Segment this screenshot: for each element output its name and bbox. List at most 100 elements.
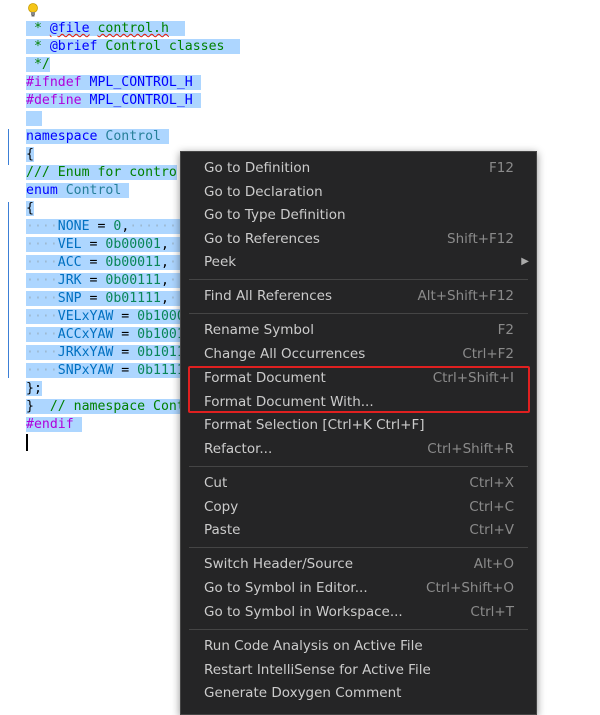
code-line-16: ····JRK = 0b00111,··: [26, 273, 185, 288]
code-line-1: *: [26, 2, 88, 36]
enum-member: JRKxYAW: [57, 345, 114, 360]
number-literal: 0b1111: [137, 363, 185, 378]
menu-item-go-to-symbol-in-workspace[interactable]: Go to Symbol in Workspace... Ctrl+T: [181, 601, 536, 623]
preprocessor-keyword: #ifndef: [26, 75, 82, 90]
enum-member: VEL: [57, 237, 82, 252]
code-line-21: ····SNPxYAW = 0b1111: [26, 363, 185, 378]
enum-name: Control: [57, 183, 122, 198]
menu-separator: [189, 629, 528, 630]
menu-item-label: Find All References: [204, 288, 332, 304]
number-literal: 0b01111: [105, 291, 161, 306]
menu-item-go-to-type-definition[interactable]: Go to Type Definition: [181, 204, 536, 226]
doc-tag: @brief: [49, 39, 98, 54]
code-line-18: ····VELxYAW = 0b1000: [26, 309, 185, 324]
menu-item-label: Rename Symbol: [204, 322, 314, 338]
menu-item-shortcut: F12: [489, 160, 514, 176]
menu-item-label: Go to Type Definition: [204, 207, 346, 223]
code-line-4: */: [26, 56, 50, 74]
menu-item-label: Go to References: [204, 231, 320, 247]
code-line-24: #endif: [26, 416, 82, 434]
menu-item-copy[interactable]: Copy Ctrl+C: [181, 496, 536, 518]
preprocessor-keyword: #endif: [26, 417, 74, 432]
brace: {: [26, 201, 34, 216]
code-line-10: /// Enum for contro: [26, 164, 177, 182]
menu-item-shortcut: Alt+Shift+F12: [417, 288, 514, 304]
comment-text: // namespace Cont: [33, 399, 185, 414]
code-line-11: enum Control: [26, 182, 130, 200]
menu-item-label: Refactor...: [204, 441, 273, 457]
code-line-17: ····SNP = 0b01111,··: [26, 291, 185, 306]
comment-text: Control classes: [97, 39, 225, 54]
namespace-name: Control: [97, 129, 161, 144]
menu-item-label: Peek: [204, 254, 237, 270]
menu-item-shortcut: Alt+O: [473, 556, 514, 572]
menu-item-run-code-analysis[interactable]: Run Code Analysis on Active File: [181, 635, 536, 657]
code-line-22: };: [26, 380, 42, 398]
menu-item-label: Change All Occurrences: [204, 346, 366, 362]
menu-item-shortcut: F2: [497, 322, 514, 338]
menu-item-rename-symbol[interactable]: Rename Symbol F2: [181, 319, 536, 341]
enum-member: SNPxYAW: [57, 363, 114, 378]
menu-item-label: Copy: [204, 499, 239, 515]
context-menu: Go to Definition F12 Go to Declaration Go…: [180, 151, 537, 715]
code-line-15: ····ACC = 0b00011,··: [26, 255, 185, 270]
enum-member: ACC: [57, 255, 82, 270]
menu-item-shortcut: Ctrl+X: [469, 475, 514, 491]
menu-item-shortcut: Ctrl+Shift+R: [427, 441, 514, 457]
code-line-12: {: [26, 200, 34, 218]
macro-name: MPL_CONTROL_H: [81, 75, 193, 90]
comment-text: *: [26, 21, 50, 36]
menu-item-format-selection[interactable]: Format Selection [Ctrl+K Ctrl+F]: [181, 414, 536, 436]
menu-item-find-all-references[interactable]: Find All References Alt+Shift+F12: [181, 285, 536, 307]
code-line-13: ····NONE = 0,········: [26, 219, 193, 234]
menu-item-label: Run Code Analysis on Active File: [204, 638, 423, 654]
code-line-9: {: [26, 146, 34, 164]
menu-item-refactor[interactable]: Refactor... Ctrl+Shift+R: [181, 438, 536, 460]
enum-member: VELxYAW: [57, 309, 114, 324]
code-line-7: [26, 110, 42, 128]
brace: {: [26, 147, 34, 162]
menu-item-shortcut: Ctrl+Shift+O: [426, 580, 514, 596]
brace: };: [26, 381, 42, 396]
annotation-highlight-box: [188, 366, 530, 413]
menu-item-shortcut: Ctrl+V: [469, 522, 514, 538]
code-line-5: #ifndef MPL_CONTROL_H: [26, 74, 201, 92]
code-line-3: * @brief Control classes: [26, 38, 241, 56]
menu-item-go-to-definition[interactable]: Go to Definition F12: [181, 157, 536, 179]
menu-item-label: Switch Header/Source: [204, 556, 353, 572]
text-cursor: [26, 434, 28, 451]
brace: }: [26, 399, 34, 414]
menu-item-shortcut: Shift+F12: [447, 231, 514, 247]
menu-item-go-to-symbol-in-editor[interactable]: Go to Symbol in Editor... Ctrl+Shift+O: [181, 577, 536, 599]
menu-item-label: Cut: [204, 475, 228, 491]
doc-tag: @file: [49, 21, 90, 36]
menu-item-restart-intellisense[interactable]: Restart IntelliSense for Active File: [181, 659, 536, 681]
menu-item-label: Go to Symbol in Editor...: [204, 580, 368, 596]
menu-item-label: Go to Symbol in Workspace...: [204, 604, 403, 620]
menu-item-change-all-occurrences[interactable]: Change All Occurrences Ctrl+F2: [181, 343, 536, 365]
menu-item-shortcut: Ctrl+T: [470, 604, 514, 620]
menu-separator: [189, 547, 528, 548]
menu-item-cut[interactable]: Cut Ctrl+X: [181, 472, 536, 494]
code-line-14: ····VEL = 0b00001,··: [26, 237, 185, 252]
menu-item-generate-doxygen-comment[interactable]: Generate Doxygen Comment: [181, 682, 536, 704]
menu-item-label: Go to Declaration: [204, 184, 323, 200]
gutter-change-marker: [8, 202, 9, 378]
preprocessor-keyword: #define: [26, 93, 82, 108]
number-literal: 0b00001: [105, 237, 161, 252]
chevron-right-icon: ▶: [521, 256, 529, 267]
menu-item-label: Restart IntelliSense for Active File: [204, 662, 431, 678]
menu-item-label: Paste: [204, 522, 241, 538]
menu-item-peek[interactable]: Peek ▶: [181, 251, 536, 273]
comment-text: */: [26, 57, 50, 72]
menu-item-go-to-references[interactable]: Go to References Shift+F12: [181, 228, 536, 250]
menu-item-switch-header-source[interactable]: Switch Header/Source Alt+O: [181, 553, 536, 575]
menu-item-paste[interactable]: Paste Ctrl+V: [181, 519, 536, 541]
enum-member: NONE: [57, 219, 90, 234]
enum-member: JRK: [57, 273, 82, 288]
menu-item-shortcut: Ctrl+C: [469, 499, 514, 515]
code-line-20: ····JRKxYAW = 0b1011: [26, 345, 185, 360]
file-name: control.h: [97, 21, 169, 36]
menu-item-shortcut: Ctrl+F2: [462, 346, 514, 362]
menu-item-go-to-declaration[interactable]: Go to Declaration: [181, 181, 536, 203]
